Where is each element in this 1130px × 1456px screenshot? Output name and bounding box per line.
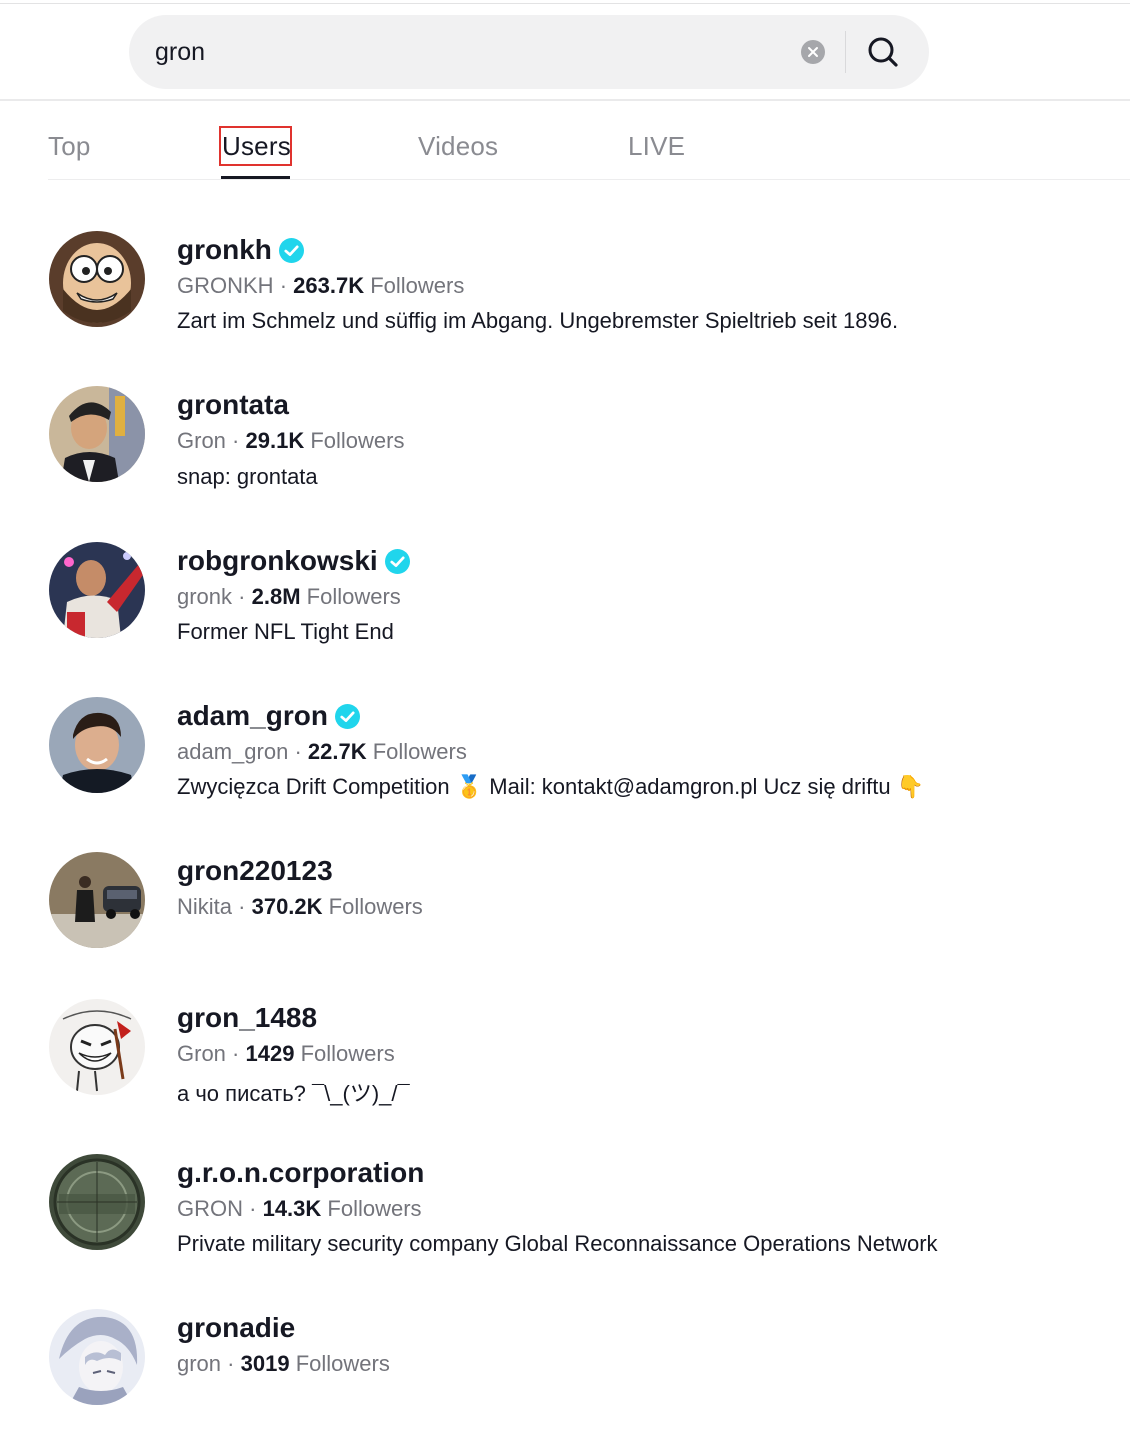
close-icon [808,47,818,57]
search-tabs: Top Users Videos LIVE [48,101,1130,180]
nickname: Gron [177,428,226,453]
user-bio: Zart im Schmelz und süffig im Abgang. Un… [177,308,899,333]
followers-label: Followers [295,1351,390,1376]
user-result-item[interactable]: gron_1488 Gron · 1429 Followers а чо пис… [0,996,1130,1146]
user-result-item[interactable]: grontata Gron · 29.1K Followers snap: gr… [0,383,1130,533]
active-tab-underline [221,176,290,179]
active-tab-highlight-box [219,126,292,166]
followers-label: Followers [310,428,405,453]
search-divider [845,31,846,73]
follower-count: 3019 [240,1351,290,1376]
user-bio: а чо писать? ¯\_(ツ)_/¯ [177,1081,410,1106]
avatar[interactable] [49,1309,145,1405]
username[interactable]: g.r.o.n.corporation [177,1157,424,1189]
nickname: Nikita [177,894,233,919]
tab-top[interactable]: Top [48,131,91,162]
follower-count: 14.3K [262,1196,322,1221]
user-result-item[interactable]: gronadie gron · 3019 Followers [0,1306,1130,1456]
search-input[interactable] [155,33,795,71]
user-result-item[interactable]: robgronkowski gronk · 2.8M Followers For… [0,539,1130,689]
username[interactable]: gronkh [177,234,272,266]
follower-count: 2.8M [251,584,301,609]
nickname: Gron [177,1041,226,1066]
user-result-item[interactable]: gron220123 Nikita · 370.2K Followers [0,849,1130,999]
user-meta: Nikita · 370.2K Followers [177,894,423,920]
nickname: GRON [177,1196,243,1221]
user-meta: gronk · 2.8M Followers [177,584,401,610]
verified-badge-icon [384,548,410,574]
username[interactable]: grontata [177,389,289,421]
clear-search-button[interactable] [801,40,825,64]
separator: · [279,273,288,298]
nickname: adam_gron [177,739,289,764]
avatar[interactable] [49,386,145,482]
user-bio: Former NFL Tight End [177,619,394,644]
separator: · [227,1351,235,1376]
username[interactable]: adam_gron [177,700,328,732]
username-row: robgronkowski [177,543,410,579]
avatar[interactable] [49,1154,145,1250]
username-row: gronadie [177,1310,295,1346]
username-row: grontata [177,387,289,423]
followers-label: Followers [327,1196,422,1221]
followers-label: Followers [306,584,401,609]
followers-label: Followers [370,273,465,298]
user-meta: GRON · 14.3K Followers [177,1196,422,1222]
tab-live[interactable]: LIVE [628,131,685,162]
follower-count: 263.7K [293,273,365,298]
user-result-item[interactable]: g.r.o.n.corporation GRON · 14.3K Followe… [0,1151,1130,1301]
username[interactable]: gron220123 [177,855,333,887]
avatar[interactable] [49,231,145,327]
avatar[interactable] [49,852,145,948]
user-meta: Gron · 1429 Followers [177,1041,395,1067]
user-result-item[interactable]: gronkh GRONKH · 263.7K Followers Zart im… [0,228,1130,378]
nickname: gronk [177,584,233,609]
search-bar [129,15,929,89]
follower-count: 22.7K [307,739,367,764]
user-meta: Gron · 29.1K Followers [177,428,404,454]
username-row: gronkh [177,232,304,268]
avatar[interactable] [49,697,145,793]
user-meta: adam_gron · 22.7K Followers [177,739,467,765]
tab-videos[interactable]: Videos [418,131,498,162]
username-row: adam_gron [177,698,360,734]
search-icon [868,37,898,67]
follower-count: 1429 [245,1041,295,1066]
user-bio: snap: grontata [177,464,318,489]
username[interactable]: robgronkowski [177,545,378,577]
separator: · [238,584,246,609]
search-header [0,0,1130,101]
user-meta: GRONKH · 263.7K Followers [177,273,464,299]
user-result-item[interactable]: adam_gron adam_gron · 22.7K Followers Zw… [0,694,1130,844]
search-button[interactable] [863,32,903,72]
separator: · [238,894,246,919]
separator: · [249,1196,257,1221]
username[interactable]: gronadie [177,1312,295,1344]
verified-badge-icon [334,703,360,729]
user-bio: Private military security company Global… [177,1231,938,1256]
verified-badge-icon [278,237,304,263]
username[interactable]: gron_1488 [177,1002,317,1034]
follower-count: 29.1K [245,428,305,453]
username-row: g.r.o.n.corporation [177,1155,424,1191]
separator: · [232,1041,240,1066]
user-bio: Zwycięzca Drift Competition 🥇 Mail: kont… [177,774,925,799]
separator: · [294,739,302,764]
username-row: gron220123 [177,853,333,889]
username-row: gron_1488 [177,1000,317,1036]
avatar[interactable] [49,542,145,638]
followers-label: Followers [300,1041,395,1066]
nickname: gron [177,1351,222,1376]
avatar[interactable] [49,999,145,1095]
followers-label: Followers [328,894,423,919]
user-meta: gron · 3019 Followers [177,1351,390,1377]
separator: · [232,428,240,453]
followers-label: Followers [372,739,467,764]
follower-count: 370.2K [251,894,323,919]
nickname: GRONKH [177,273,274,298]
